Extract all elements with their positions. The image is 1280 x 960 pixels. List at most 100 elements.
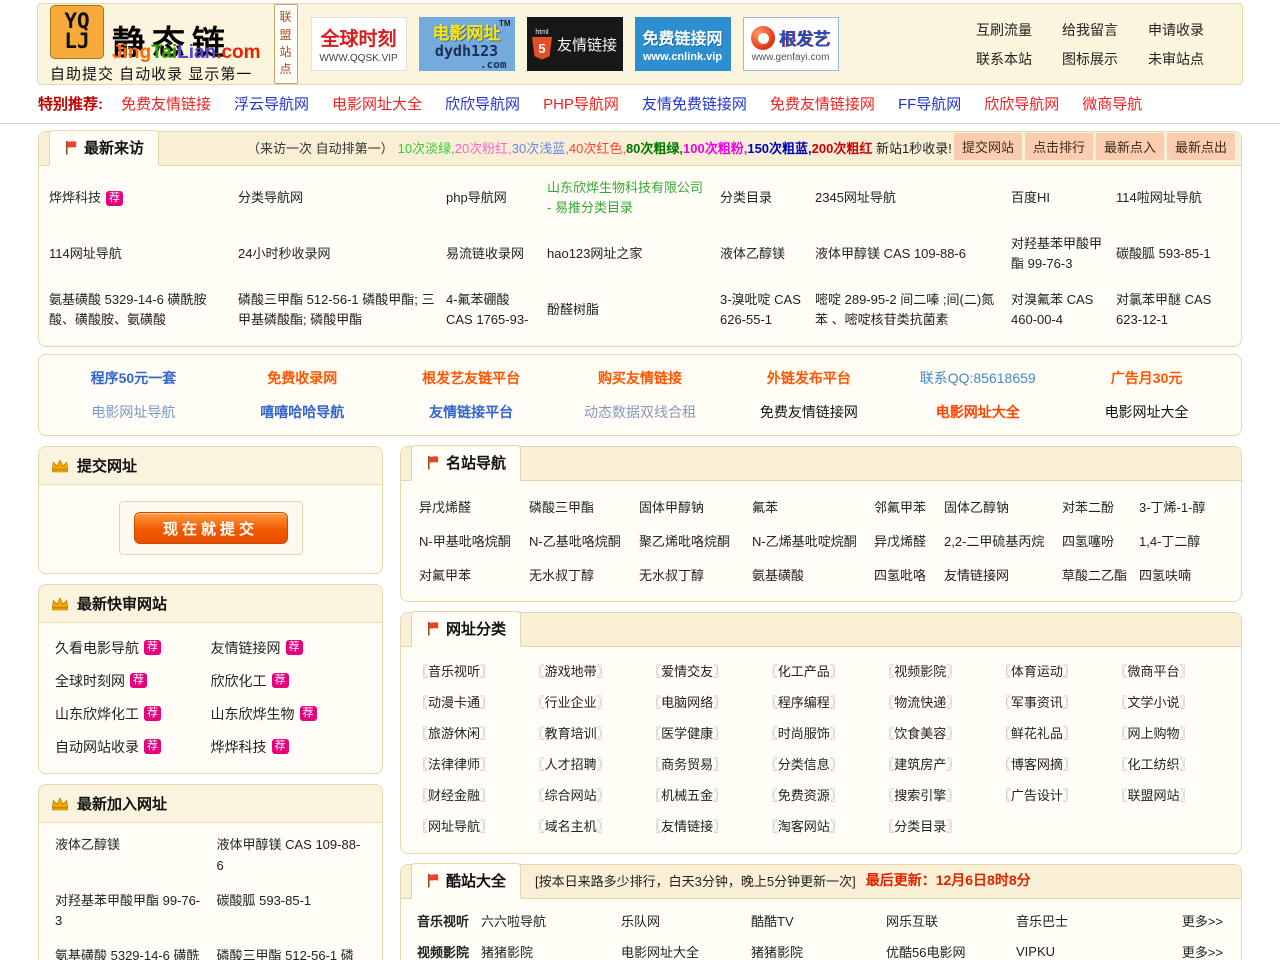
added-site-link[interactable]: 碳酸胍 593-85-1 [217, 891, 367, 933]
category-link[interactable]: 医学健康 [648, 717, 765, 748]
visited-site-link[interactable]: 114啦网址导航 [1116, 170, 1233, 226]
category-link[interactable]: 综合网站 [532, 779, 649, 810]
famous-site-link[interactable]: 固体甲醇钠 [639, 489, 752, 523]
category-link[interactable]: 爱情交友 [648, 655, 765, 686]
banner-cnlink[interactable]: 免费链接网 www.cnlink.vip [634, 17, 731, 71]
category-link[interactable]: 饮食美容 [881, 717, 998, 748]
visited-site-link[interactable]: 碳酸胍 593-85-1 [1116, 226, 1233, 282]
recommend-link[interactable]: 微商导航 [1082, 96, 1142, 113]
recommend-link[interactable]: 欣欣导航网 [984, 96, 1059, 113]
category-link[interactable]: 淘客网站 [765, 810, 882, 841]
promo-link[interactable]: 电影网址导航 [49, 399, 218, 425]
famous-site-link[interactable]: N-甲基吡咯烷酮 [419, 523, 529, 557]
category-link[interactable]: 财经金融 [415, 779, 532, 810]
cool-site-link[interactable]: 音乐巴士 [1016, 911, 1151, 930]
visited-site-link[interactable]: php导航网 [446, 170, 547, 226]
header-link[interactable]: 图标展示 [1062, 49, 1118, 69]
fast-review-site-link[interactable]: 烨烨科技荐 [211, 730, 367, 763]
header-link[interactable]: 给我留言 [1062, 20, 1118, 40]
promo-link[interactable]: 免费友情链接网 [724, 399, 893, 425]
fast-review-site-link[interactable]: 欣欣化工荐 [211, 664, 367, 697]
promo-link[interactable]: 电影网址大全 [893, 399, 1062, 425]
header-link[interactable]: 联系本站 [976, 49, 1032, 69]
famous-site-link[interactable]: 3-丁烯-1-醇 [1139, 489, 1229, 523]
category-link[interactable]: 分类目录 [881, 810, 998, 841]
famous-site-link[interactable]: 磷酸三甲酯 [529, 489, 639, 523]
visited-site-link[interactable]: 酚醛树脂 [547, 282, 720, 338]
visited-site-link[interactable]: 磷酸三甲酯 512-56-1 磷酸甲酯; 三甲基磷酸酯; 磷酸甲酯 [238, 282, 446, 338]
fast-review-site-link[interactable]: 自动网站收录荐 [55, 730, 211, 763]
recommend-link[interactable]: PHP导航网 [543, 96, 619, 113]
fast-review-site-link[interactable]: 山东欣烨化工荐 [55, 697, 211, 730]
recommend-link[interactable]: 免费友情链接 [121, 96, 211, 113]
category-link[interactable]: 体育运动 [998, 655, 1115, 686]
added-site-link[interactable]: 液体甲醇镁 CAS 109-88-6 [217, 835, 367, 877]
category-link[interactable]: 游戏地带 [532, 655, 649, 686]
famous-site-link[interactable]: 友情链接网 [944, 557, 1062, 591]
fast-review-site-link[interactable]: 友情链接网荐 [211, 631, 367, 664]
category-link[interactable]: 博客网摘 [998, 748, 1115, 779]
visited-site-link[interactable]: 对羟基苯甲酸甲酯 99-76-3 [1011, 226, 1116, 282]
cool-category-label[interactable]: 视频影院 [417, 942, 481, 960]
added-site-link[interactable]: 液体乙醇镁 [55, 835, 205, 877]
category-link[interactable]: 域名主机 [532, 810, 649, 841]
visited-site-link[interactable]: 液体甲醇镁 CAS 109-88-6 [815, 226, 1011, 282]
banner-qqsk[interactable]: 全球时刻 WWW.QQSK.VIP [310, 17, 407, 71]
famous-site-link[interactable]: 固体乙醇钠 [944, 489, 1062, 523]
category-link[interactable]: 时尚服饰 [765, 717, 882, 748]
famous-site-link[interactable]: 邻氟甲苯 [874, 489, 944, 523]
header-link[interactable]: 未审站点 [1148, 49, 1204, 69]
visited-site-link[interactable]: 4-氟苯硼酸 CAS 1765-93- [446, 282, 547, 338]
tab-categories[interactable]: 网址分类 [411, 611, 522, 647]
category-link[interactable]: 人才招聘 [532, 748, 649, 779]
category-link[interactable]: 友情链接 [648, 810, 765, 841]
category-link[interactable]: 视频影院 [881, 655, 998, 686]
category-link[interactable]: 电脑网络 [648, 686, 765, 717]
famous-site-link[interactable]: 无水叔丁醇 [639, 557, 752, 591]
visits-action-button[interactable]: 最新点出 [1166, 133, 1235, 160]
fast-review-site-link[interactable]: 山东欣烨生物荐 [211, 697, 367, 730]
famous-site-link[interactable]: 聚乙烯吡咯烷酮 [639, 523, 752, 557]
cool-site-link[interactable]: 网乐互联 [886, 911, 1016, 930]
visited-site-link[interactable]: 分类导航网 [238, 170, 446, 226]
promo-link[interactable]: 友情链接平台 [387, 399, 556, 425]
category-link[interactable]: 商务贸易 [648, 748, 765, 779]
famous-site-link[interactable]: 四氢呋喃 [1139, 557, 1229, 591]
cool-site-link[interactable]: 猪猪影院 [751, 942, 886, 960]
union-sites-tab[interactable]: 联盟站点 [273, 4, 298, 84]
visits-action-button[interactable]: 提交网站 [953, 133, 1022, 160]
cool-site-link[interactable]: 优酷56电影网 [886, 942, 1016, 960]
visited-site-link[interactable]: hao123网址之家 [547, 226, 720, 282]
header-link[interactable]: 申请收录 [1148, 20, 1204, 40]
cool-category-label[interactable]: 音乐视听 [417, 911, 481, 930]
visited-site-link[interactable]: 烨烨科技荐 [49, 170, 238, 226]
fast-review-site-link[interactable]: 全球时刻网荐 [55, 664, 211, 697]
famous-site-link[interactable]: 1,4-丁二醇 [1139, 523, 1229, 557]
category-link[interactable]: 联盟网站 [1114, 779, 1231, 810]
promo-link[interactable]: 根发艺友链平台 [387, 365, 556, 391]
cool-site-link[interactable]: 猪猪影院 [481, 942, 621, 960]
recommend-link[interactable]: 欣欣导航网 [445, 96, 520, 113]
tab-cool-sites[interactable]: 酷站大全 [411, 863, 522, 899]
visited-site-link[interactable]: 百度HI [1011, 170, 1116, 226]
added-site-link[interactable]: 氨基磺酸 5329-14-6 磺酰胺酸、磺酸胺、氨磺酸 [55, 946, 205, 960]
category-link[interactable]: 建筑房产 [881, 748, 998, 779]
category-link[interactable]: 机械五金 [648, 779, 765, 810]
cool-site-link[interactable]: VIPKU [1016, 944, 1151, 959]
category-link[interactable]: 免费资源 [765, 779, 882, 810]
category-link[interactable]: 分类信息 [765, 748, 882, 779]
promo-link[interactable]: 联系QQ:85618659 [893, 365, 1062, 391]
site-logo[interactable]: YQ LJ 静态链 JingTaiLian.com 自助提交 自动收录 显示第一 [50, 4, 261, 84]
famous-site-link[interactable]: N-乙烯基吡啶烷酮 [752, 523, 874, 557]
category-link[interactable]: 鲜花礼品 [998, 717, 1115, 748]
category-link[interactable]: 行业企业 [532, 686, 649, 717]
recommend-link[interactable]: 免费友情链接网 [770, 96, 875, 113]
category-link[interactable]: 法律律师 [415, 748, 532, 779]
more-link[interactable]: 更多>> [1151, 911, 1229, 930]
category-link[interactable]: 音乐视听 [415, 655, 532, 686]
visits-action-button[interactable]: 最新点入 [1095, 133, 1164, 160]
cool-site-link[interactable]: 六六啦导航 [481, 911, 621, 930]
banner-dydh123[interactable]: TM 电影网址 dydh123 .com [418, 17, 515, 71]
category-link[interactable]: 网上购物 [1114, 717, 1231, 748]
famous-site-link[interactable]: 异戊烯醛 [874, 523, 944, 557]
